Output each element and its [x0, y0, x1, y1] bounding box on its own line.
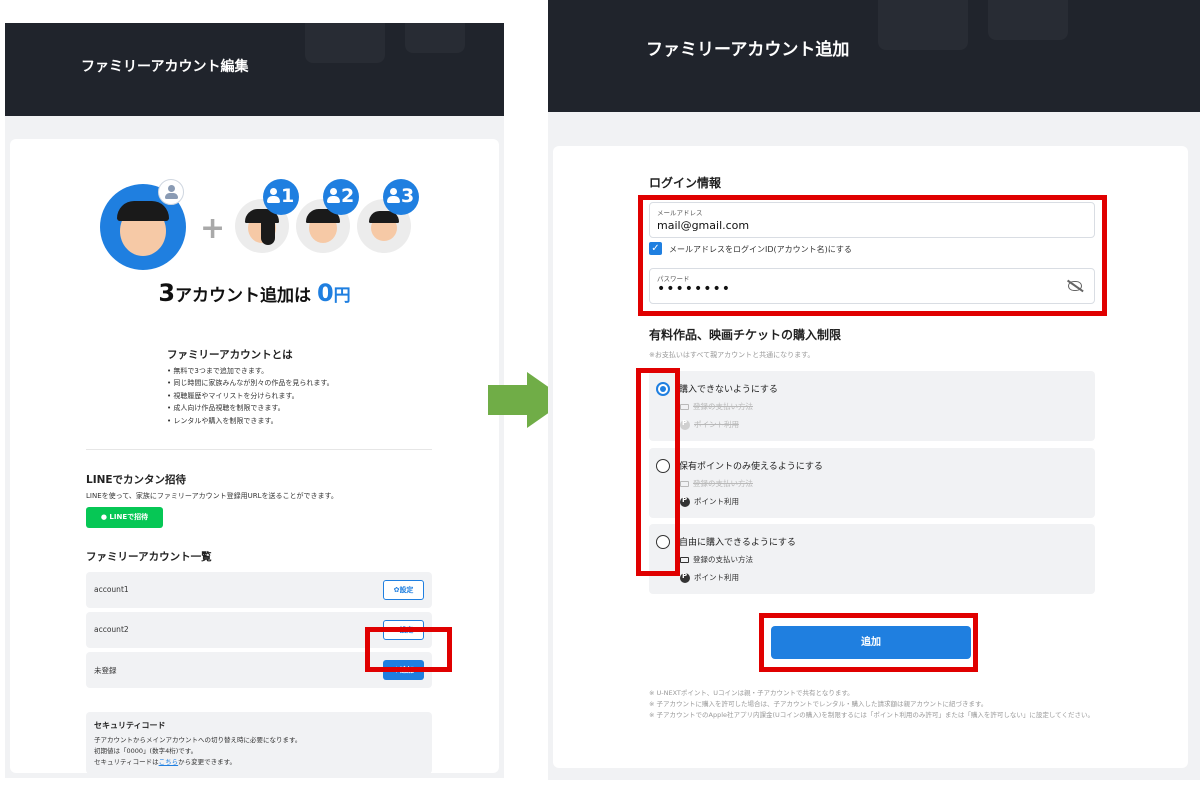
line-invite-title: LINEでカンタン招待 — [86, 474, 187, 486]
edit-panel-header: ファミリーアカウント編集 — [5, 23, 504, 116]
edit-card: + 1 2 3 3アカウント追加は 0円 ファミリーアカウントとは • 無料で3… — [10, 139, 499, 774]
security-code-link[interactable]: こちら — [159, 758, 179, 766]
about-list: 無料で3つまで追加できます。 同じ時間に家族みんなが別々の作品を見られます。 視… — [167, 365, 334, 427]
footnotes: ※ U-NEXTポイント、Uコインは親・子アカウントで共有となります。 ※ 子ア… — [649, 688, 1109, 721]
point-icon — [680, 572, 690, 583]
option-sub-points: ポイント利用 — [680, 572, 739, 583]
security-code-title: セキュリティコード — [94, 721, 166, 730]
page-title: ファミリーアカウント追加 — [646, 40, 850, 60]
footnote: ※ U-NEXTポイント、Uコインは親・子アカウントで共有となります。 — [649, 689, 854, 697]
header-decoration — [305, 23, 385, 63]
security-code-text: セキュリティコードはこちらから変更できます。 — [94, 758, 236, 766]
arrow-right-icon — [488, 385, 528, 415]
point-icon — [680, 496, 690, 507]
family-number-badge: 1 — [263, 179, 299, 215]
option-sub-points: ポイント利用 — [680, 496, 739, 507]
divider — [86, 449, 432, 450]
option-sub-points: ポイント利用 — [680, 419, 739, 430]
footnote: ※ 子アカウントでのApple社アプリ内課金(Uコインの購入)を制限するには「ポ… — [649, 711, 1094, 719]
purchase-option[interactable]: 保有ポイントのみ使えるようにする 登録の支払い方法 ポイント利用 — [649, 448, 1095, 518]
account-name: account2 — [94, 625, 129, 634]
person-icon — [158, 179, 184, 205]
option-label: 自由に購入できるようにする — [679, 538, 796, 548]
purchase-note: ※お支払いはすべて親アカウントと共通になります。 — [649, 351, 815, 359]
promo-headline: 3アカウント追加は 0円 — [158, 279, 351, 307]
family-number-badge: 3 — [383, 179, 419, 215]
header-decoration — [988, 0, 1068, 40]
security-code-text: 子アカウントからメインアカウントへの切り替え時に必要になります。 — [94, 736, 302, 744]
avatar-hair — [117, 201, 169, 221]
security-code-box: セキュリティコード 子アカウントからメインアカウントへの切り替え時に必要になりま… — [86, 712, 432, 774]
purchase-option[interactable]: 自由に購入できるようにする 登録の支払い方法 ポイント利用 — [649, 524, 1095, 594]
option-sub-payment: 登録の支払い方法 — [680, 401, 753, 412]
line-invite-button[interactable]: ● LINEで招待 — [86, 507, 163, 528]
list-item: 成人向け作品視聴を制限できます。 — [167, 402, 334, 414]
list-item: 同じ時間に家族みんなが別々の作品を見られます。 — [167, 377, 333, 389]
highlight-login-info — [638, 195, 1107, 316]
option-label: 保有ポイントのみ使えるようにする — [679, 462, 823, 472]
account-row: account1 ✿設定 — [86, 572, 432, 608]
highlight-add-button — [759, 613, 978, 672]
plus-icon: + — [200, 211, 226, 246]
purchase-section-title: 有料作品、映画チケットの購入制限 — [649, 328, 842, 342]
add-panel-header: ファミリーアカウント追加 — [548, 0, 1200, 112]
line-invite-desc: LINEを使って、家族にファミリーアカウント登録用URLを送ることができます。 — [86, 492, 338, 500]
highlight-add-account — [365, 627, 452, 672]
page-title: ファミリーアカウント編集 — [81, 59, 249, 75]
credit-card-icon — [680, 557, 689, 563]
credit-card-icon — [680, 404, 689, 410]
about-title: ファミリーアカウントとは — [167, 349, 293, 361]
header-decoration — [405, 23, 465, 53]
account-name: 未登録 — [94, 666, 117, 675]
point-icon — [680, 419, 690, 430]
option-sub-payment: 登録の支払い方法 — [680, 478, 753, 489]
highlight-radio-options — [636, 368, 680, 576]
list-item: 無料で3つまで追加できます。 — [167, 365, 334, 377]
family-number-badge: 2 — [323, 179, 359, 215]
option-label: 購入できないようにする — [679, 385, 778, 395]
login-section-title: ログイン情報 — [649, 176, 722, 190]
account-list-title: ファミリーアカウント一覧 — [86, 551, 212, 563]
settings-button[interactable]: ✿設定 — [383, 580, 424, 600]
footnote: ※ 子アカウントに購入を許可した場合は、子アカウントでレンタル・購入した請求額は… — [649, 700, 988, 708]
list-item: 視聴履歴やマイリストを分けられます。 — [167, 390, 334, 402]
option-sub-payment: 登録の支払い方法 — [680, 554, 753, 565]
security-code-text: 初期値は「0000」(数字4桁)です。 — [94, 747, 198, 755]
account-name: account1 — [94, 585, 129, 594]
list-item: レンタルや購入を制限できます。 — [167, 415, 334, 427]
purchase-option[interactable]: 購入できないようにする 登録の支払い方法 ポイント利用 — [649, 371, 1095, 441]
header-decoration — [878, 0, 968, 50]
credit-card-icon — [680, 481, 689, 487]
